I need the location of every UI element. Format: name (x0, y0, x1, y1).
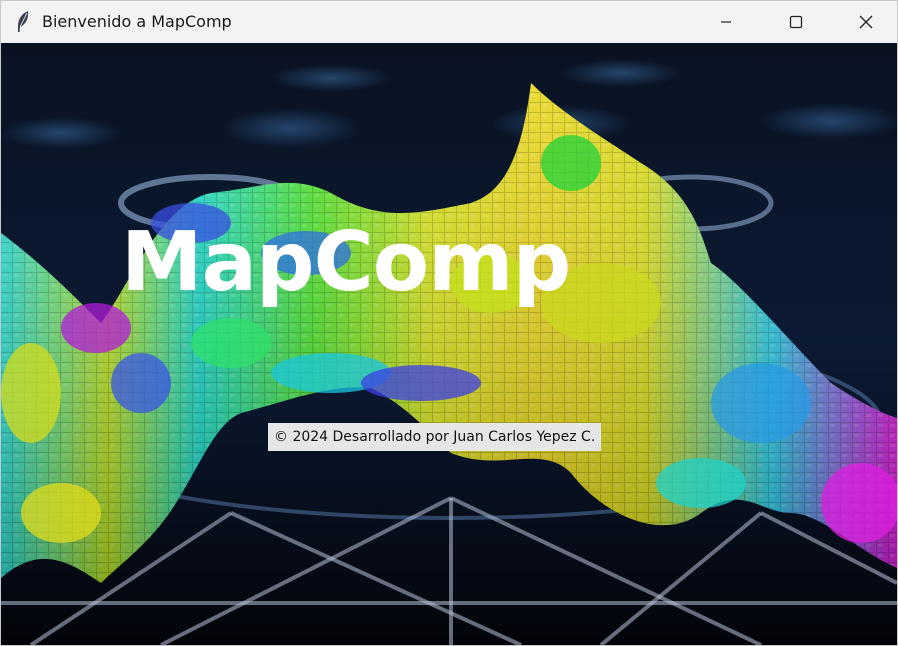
feather-icon (15, 10, 31, 34)
window-title: Bienvenido a MapComp (42, 12, 232, 31)
close-button[interactable] (831, 1, 898, 43)
maximize-icon (789, 15, 803, 29)
terrain-background-image (1, 43, 897, 645)
minimize-button[interactable] (691, 1, 761, 43)
splash-window: Bienvenido a MapComp MapComp © 2024 Desa… (0, 0, 898, 646)
title-bar[interactable]: Bienvenido a MapComp (1, 1, 897, 43)
close-icon (859, 15, 873, 29)
maximize-button[interactable] (761, 1, 831, 43)
app-name-title: MapComp (121, 215, 571, 310)
splash-content: MapComp © 2024 Desarrollado por Juan Car… (1, 43, 897, 645)
minimize-icon (720, 16, 732, 28)
credit-label: © 2024 Desarrollado por Juan Carlos Yepe… (268, 423, 602, 451)
